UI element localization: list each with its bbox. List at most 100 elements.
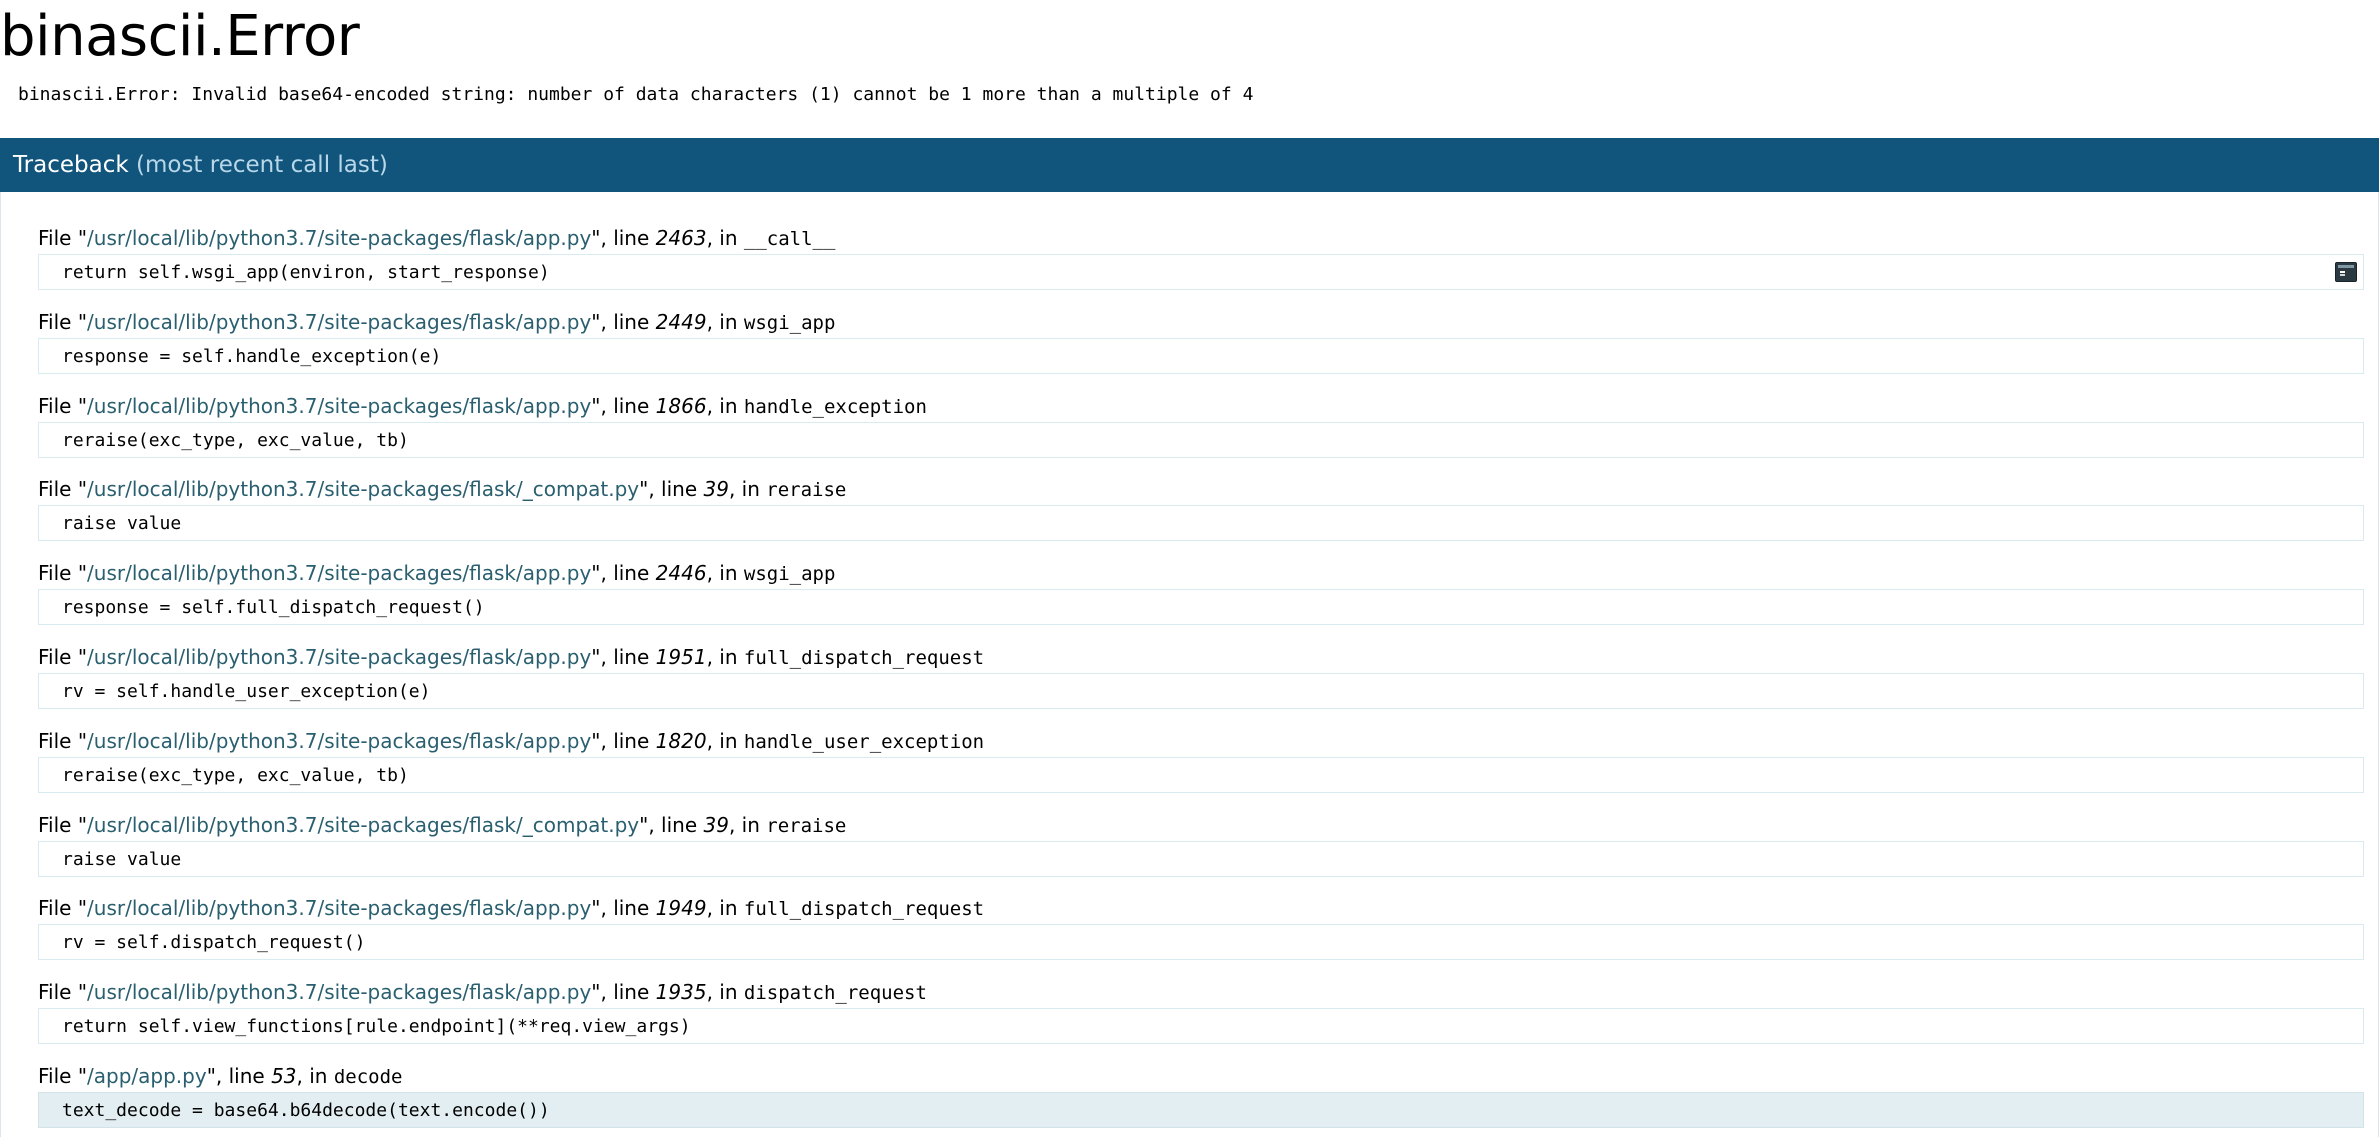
frame-location: File "/usr/local/lib/python3.7/site-pack… <box>38 222 2364 254</box>
code-text: response = self.handle_exception(e) <box>62 345 442 367</box>
frame-code-line[interactable]: return self.view_functions[rule.endpoint… <box>38 1008 2364 1045</box>
frame-location: File "/usr/local/lib/python3.7/site-pack… <box>38 306 2364 338</box>
frame-code-line[interactable]: reraise(exc_type, exc_value, tb) <box>38 756 2364 793</box>
frame-filename: /usr/local/lib/python3.7/site-packages/f… <box>87 980 592 1005</box>
frame-filename: /usr/local/lib/python3.7/site-packages/f… <box>87 309 592 334</box>
frame-filename: /usr/local/lib/python3.7/site-packages/f… <box>87 728 592 753</box>
frame-lineno: 39 <box>703 477 729 502</box>
in-label: , in <box>706 393 744 418</box>
line-label: ", line <box>591 980 656 1005</box>
in-label: , in <box>728 812 767 837</box>
frame-function: full_dispatch_request <box>743 898 985 921</box>
line-label: ", line <box>591 226 656 250</box>
frame: File "/usr/local/lib/python3.7/site-pack… <box>38 222 2364 306</box>
frame-location: File "/usr/local/lib/python3.7/site-pack… <box>38 976 2364 1008</box>
frame-lineno: 53 <box>271 1063 297 1088</box>
frame-function: wsgi_app <box>743 311 836 334</box>
traceback-title: Traceback <box>13 152 129 178</box>
frame-filename: /app/app.py <box>87 1063 207 1088</box>
code-text: text_decode = base64.b64decode(text.enco… <box>62 1099 550 1121</box>
console-icon[interactable] <box>2335 262 2357 282</box>
frame-function: reraise <box>766 479 847 502</box>
frame-lineno: 1951 <box>655 644 707 669</box>
code-text: reraise(exc_type, exc_value, tb) <box>62 764 409 786</box>
frame-code-line[interactable]: raise value <box>38 505 2364 542</box>
frame-function: wsgi_app <box>743 563 836 586</box>
frame-function: handle_exception <box>743 395 927 418</box>
frame-location: File "/usr/local/lib/python3.7/site-pack… <box>38 641 2364 673</box>
in-label: , in <box>706 896 744 921</box>
line-label: ", line <box>591 393 656 418</box>
frame-lineno: 2463 <box>655 226 707 250</box>
line-label: ", line <box>639 812 704 837</box>
frame: File "/usr/local/lib/python3.7/site-pack… <box>38 473 2364 557</box>
in-label: , in <box>706 561 744 586</box>
in-label: , in <box>296 1063 334 1088</box>
frame-function: handle_user_exception <box>743 730 985 753</box>
frame-filename: /usr/local/lib/python3.7/site-packages/f… <box>87 561 592 586</box>
code-text: return self.wsgi_app(environ, start_resp… <box>62 262 550 283</box>
file-label: File " <box>38 896 88 921</box>
file-label: File " <box>38 393 88 418</box>
frame-function: __call__ <box>743 228 836 250</box>
frame-filename: /usr/local/lib/python3.7/site-packages/f… <box>87 644 592 669</box>
frame-function: dispatch_request <box>743 982 927 1005</box>
frame-function: reraise <box>766 814 847 837</box>
frame-code-line[interactable]: reraise(exc_type, exc_value, tb) <box>38 421 2364 458</box>
frame-lineno: 2449 <box>655 309 707 334</box>
frame-location: File "/usr/local/lib/python3.7/site-pack… <box>38 557 2364 589</box>
frame-lineno: 1935 <box>655 980 707 1005</box>
in-label: , in <box>706 226 744 250</box>
file-label: File " <box>38 226 88 250</box>
in-label: , in <box>706 309 744 334</box>
frame: File "/usr/local/lib/python3.7/site-pack… <box>38 809 2364 893</box>
frame-filename: /usr/local/lib/python3.7/site-packages/f… <box>87 477 640 502</box>
code-text: raise value <box>62 513 182 535</box>
frame-code-line[interactable]: return self.wsgi_app(environ, start_resp… <box>38 254 2364 290</box>
frame-filename: /usr/local/lib/python3.7/site-packages/f… <box>87 393 592 418</box>
code-text: reraise(exc_type, exc_value, tb) <box>62 429 409 451</box>
frame: File "/usr/local/lib/python3.7/site-pack… <box>38 976 2364 1060</box>
error-title: binascii.Error <box>0 4 360 69</box>
frame-location: File "/usr/local/lib/python3.7/site-pack… <box>38 892 2364 924</box>
line-label: ", line <box>591 644 656 669</box>
file-label: File " <box>38 980 88 1005</box>
line-label: ", line <box>591 309 656 334</box>
frame-lineno: 1820 <box>655 728 707 753</box>
frame-location: File "/app/app.py", line 53, in decode <box>38 1060 2364 1092</box>
frame: File "/usr/local/lib/python3.7/site-pack… <box>38 390 2364 474</box>
frame-code-line[interactable]: rv = self.dispatch_request() <box>38 924 2364 961</box>
frame-code-line-current[interactable]: text_decode = base64.b64decode(text.enco… <box>38 1091 2364 1128</box>
file-label: File " <box>38 309 88 334</box>
line-label: ", line <box>206 1063 272 1088</box>
in-label: , in <box>706 728 744 753</box>
frame-function: full_dispatch_request <box>743 646 985 669</box>
frame-location: File "/usr/local/lib/python3.7/site-pack… <box>38 725 2364 757</box>
frame-code-line[interactable]: rv = self.handle_user_exception(e) <box>38 672 2364 709</box>
frame-function: decode <box>333 1065 403 1088</box>
debugger-page: binascii.Error binascii.Error: Invalid b… <box>0 0 2379 1137</box>
frame-filename: /usr/local/lib/python3.7/site-packages/f… <box>87 226 592 250</box>
frame: File "/usr/local/lib/python3.7/site-pack… <box>38 892 2364 976</box>
error-message: binascii.Error: Invalid base64-encoded s… <box>18 84 1254 105</box>
code-text: return self.view_functions[rule.endpoint… <box>62 1016 691 1038</box>
frame-code-line[interactable]: response = self.handle_exception(e) <box>38 337 2364 374</box>
file-label: File " <box>38 477 88 502</box>
frame-code-line[interactable]: raise value <box>38 840 2364 877</box>
frame-lineno: 1866 <box>655 393 707 418</box>
frame-filename: /usr/local/lib/python3.7/site-packages/f… <box>87 896 592 921</box>
frame-lineno: 39 <box>703 812 729 837</box>
traceback-frames: File "/usr/local/lib/python3.7/site-pack… <box>38 222 2364 1137</box>
frame-current: File "/app/app.py", line 53, in decode t… <box>38 1060 2364 1137</box>
traceback-header: Traceback (most recent call last) <box>0 138 2379 192</box>
file-label: File " <box>38 1063 88 1088</box>
code-text: response = self.full_dispatch_request() <box>62 597 485 619</box>
frame-code-line[interactable]: response = self.full_dispatch_request() <box>38 589 2364 626</box>
frame-location: File "/usr/local/lib/python3.7/site-pack… <box>38 809 2364 841</box>
traceback-subtitle: (most recent call last) <box>136 152 388 178</box>
in-label: , in <box>706 644 744 669</box>
frame: File "/usr/local/lib/python3.7/site-pack… <box>38 725 2364 809</box>
frame-lineno: 2446 <box>655 561 707 586</box>
traceback-frames-box: File "/usr/local/lib/python3.7/site-pack… <box>0 192 2379 1137</box>
line-label: ", line <box>591 728 656 753</box>
